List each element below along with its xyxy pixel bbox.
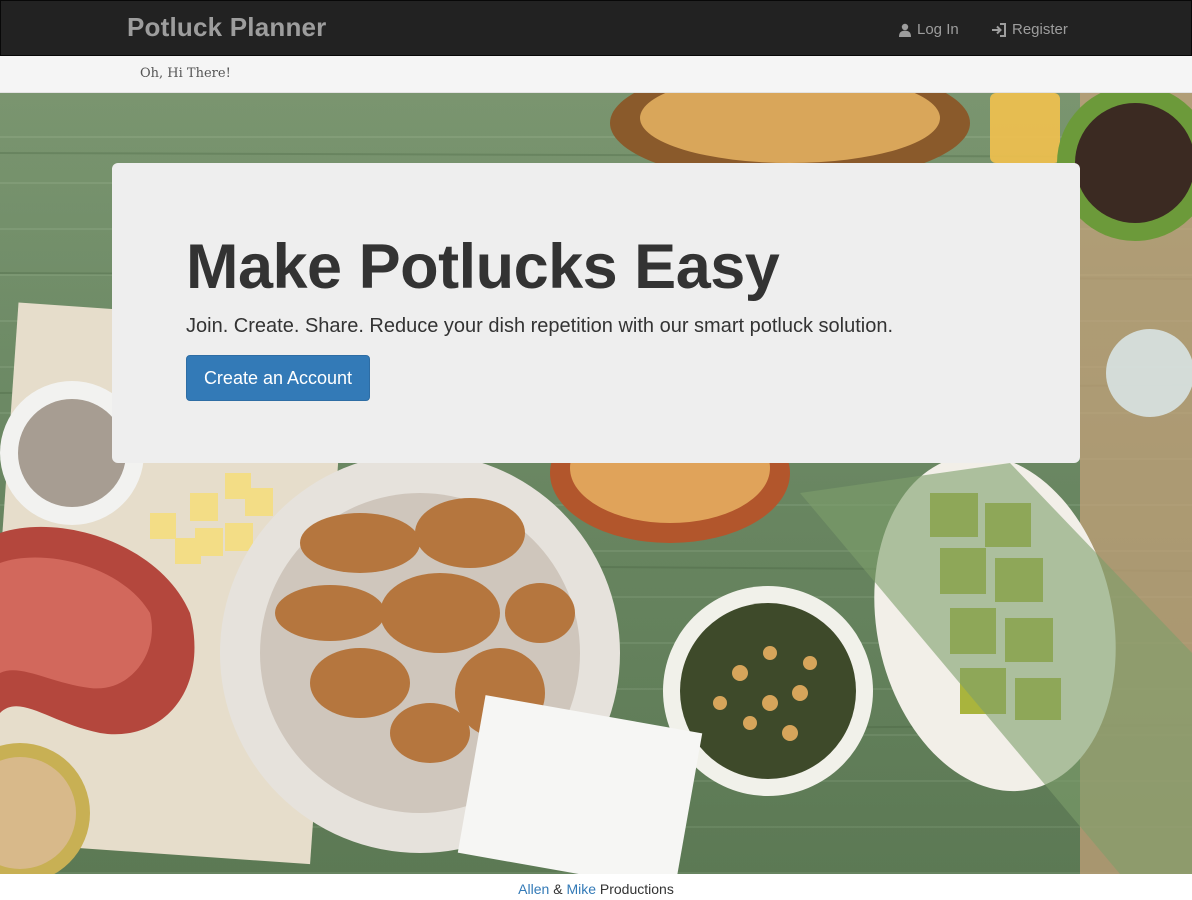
hero-jumbotron: Make Potlucks Easy Join. Create. Share. … — [112, 163, 1080, 463]
create-account-button[interactable]: Create an Account — [186, 355, 370, 401]
top-navbar: Potluck Planner Log In Register — [0, 0, 1192, 56]
register-label: Register — [1012, 21, 1068, 38]
footer-suffix: Productions — [596, 881, 674, 897]
author-link-mike[interactable]: Mike — [566, 881, 596, 897]
greeting-bar: Oh, Hi There! — [0, 56, 1192, 93]
register-link[interactable]: Register — [991, 21, 1068, 38]
brand-logo[interactable]: Potluck Planner — [127, 12, 327, 43]
user-icon — [898, 23, 912, 37]
login-label: Log In — [917, 21, 959, 38]
footer-separator: & — [549, 881, 567, 897]
footer: Allen & Mike Productions — [0, 874, 1192, 900]
log-in-icon — [991, 22, 1007, 37]
hero-title: Make Potlucks Easy — [186, 232, 780, 302]
greeting-text: Oh, Hi There! — [140, 66, 231, 81]
login-link[interactable]: Log In — [898, 21, 959, 38]
author-link-allen[interactable]: Allen — [518, 881, 549, 897]
hero-subtitle: Join. Create. Share. Reduce your dish re… — [186, 315, 894, 337]
